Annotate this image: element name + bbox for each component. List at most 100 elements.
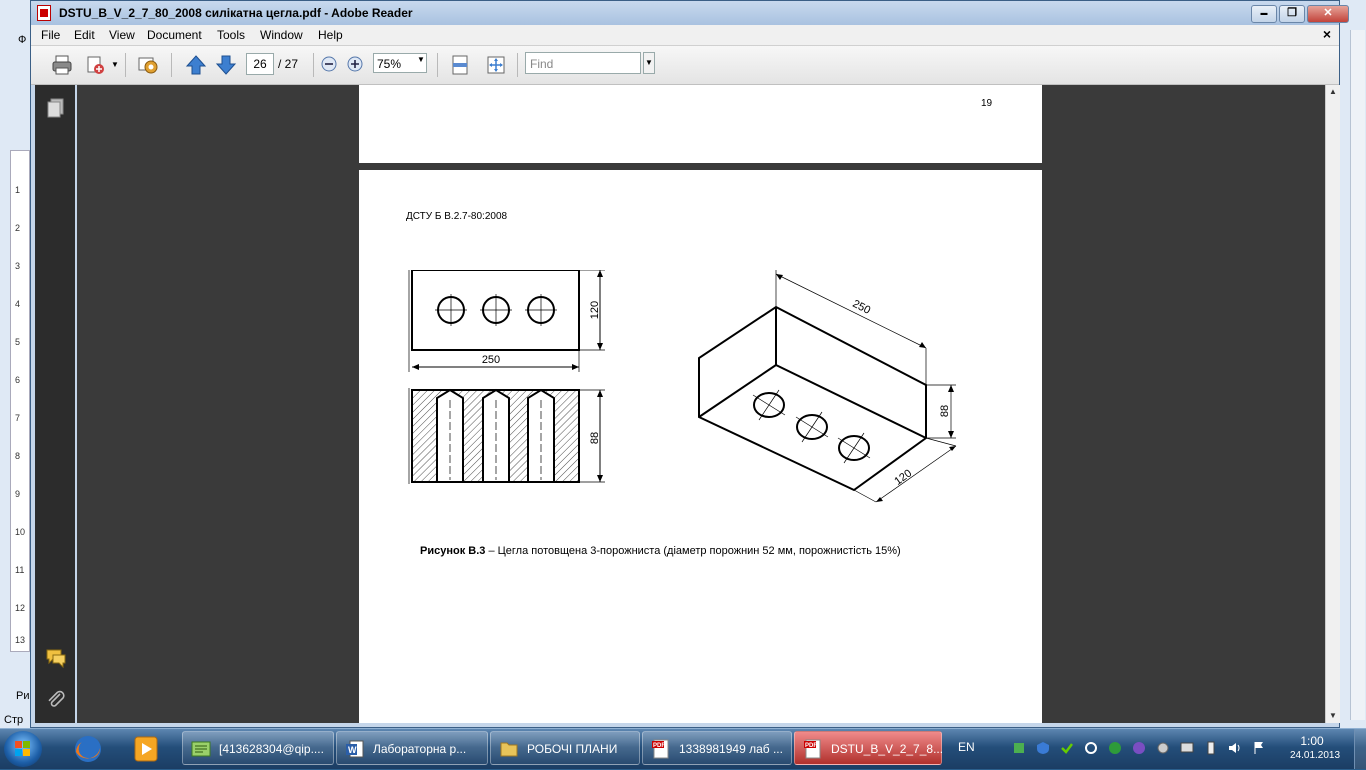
scroll-down-icon[interactable]: ▼ [1329, 711, 1337, 720]
close-button[interactable]: ✕ [1307, 5, 1349, 23]
brick-drawing: 120 250 88 250 88 120 [408, 270, 957, 503]
svg-text:PDF: PDF [805, 743, 817, 749]
zoom-in-icon[interactable] [347, 56, 363, 72]
page-number-input[interactable]: 26 [246, 53, 274, 75]
ruler-mark: 1 [15, 185, 21, 195]
bg-edge-text: Ф [18, 34, 27, 46]
dimension-label: 120 [589, 301, 601, 319]
task-label: DSTU_B_V_2_7_8... [831, 742, 944, 756]
volume-tray-icon[interactable] [1228, 741, 1242, 755]
ruler-mark: 4 [15, 299, 21, 309]
pdf-icon: PDF [652, 739, 669, 759]
zoom-dropdown-icon[interactable]: ▼ [417, 55, 425, 64]
hole [435, 294, 467, 326]
usb-tray-icon[interactable] [1204, 741, 1218, 755]
start-button[interactable] [4, 731, 42, 767]
restore-button[interactable]: ❐ [1279, 5, 1305, 23]
taskbar-task[interactable]: [413628304@qip.... [182, 731, 334, 765]
zoom-out-icon[interactable] [321, 56, 337, 72]
security-tray-icon[interactable] [1036, 741, 1050, 755]
close-document-button[interactable]: × [1323, 26, 1331, 42]
firefox-icon[interactable] [66, 732, 110, 766]
menu-tools[interactable]: Tools [217, 28, 245, 42]
find-input[interactable]: Find [525, 52, 641, 74]
checkmark-tray-icon[interactable] [1060, 741, 1074, 755]
figure-caption-label: Рисунок В.3 [420, 545, 486, 557]
ruler-mark: 6 [15, 375, 21, 385]
pdf-app-icon[interactable] [37, 5, 51, 21]
ruler-mark: 10 [15, 527, 26, 537]
menu-help[interactable]: Help [318, 28, 343, 42]
dimension-label: 250 [482, 354, 500, 366]
windows-logo-icon [15, 741, 30, 756]
action-center-tray-icon[interactable] [1252, 741, 1266, 755]
taskbar-task[interactable]: W Лабораторна р... [336, 731, 488, 765]
pdf-icon: PDF [804, 739, 821, 759]
page-down-icon[interactable] [215, 54, 237, 76]
task-label: 1338981949 лаб ... [679, 742, 783, 756]
taskbar: [413628304@qip.... W Лабораторна р... РО… [0, 728, 1366, 769]
task-label: Лабораторна р... [373, 742, 467, 756]
dimension-label: 120 [892, 467, 914, 487]
front-view: 120 250 [408, 270, 605, 372]
fit-width-icon[interactable] [449, 54, 471, 76]
share-dropdown-icon[interactable]: ▼ [111, 60, 119, 69]
ruler-mark: 8 [15, 451, 21, 461]
pages-icon[interactable] [45, 97, 67, 119]
word-icon: W [346, 740, 364, 758]
app-tray-icon[interactable] [1132, 741, 1146, 755]
full-screen-icon[interactable] [485, 54, 507, 76]
background-scrollbar[interactable] [1350, 30, 1365, 720]
network-tray-icon[interactable] [1012, 741, 1026, 755]
print-icon[interactable] [51, 54, 73, 76]
system-clock[interactable]: 1:00 24.01.2013 [1290, 734, 1340, 761]
media-player-icon[interactable] [124, 732, 168, 766]
page-up-icon[interactable] [185, 54, 207, 76]
taskbar-task[interactable]: PDF 1338981949 лаб ... [642, 731, 792, 765]
find-dropdown-icon[interactable]: ▼ [643, 52, 655, 74]
isometric-view: 250 88 120 [698, 270, 957, 503]
hole [837, 432, 871, 464]
show-desktop-button[interactable] [1354, 729, 1366, 769]
menu-file[interactable]: File [41, 28, 60, 42]
menu-document[interactable]: Document [147, 28, 202, 42]
language-indicator[interactable]: EN [958, 740, 975, 754]
menu-window[interactable]: Window [260, 28, 303, 42]
ruler-mark: 3 [15, 261, 21, 271]
bg-edge-text: Стр [4, 714, 24, 726]
previous-page: 19 [359, 85, 1042, 163]
gear-tray-icon[interactable] [1156, 741, 1170, 755]
hole [795, 411, 829, 443]
section-view: 88 [408, 388, 605, 484]
hole [752, 389, 786, 421]
svg-text:W: W [348, 745, 357, 755]
minimize-button[interactable]: ▬ [1251, 5, 1277, 23]
ruler-mark: 12 [15, 603, 26, 613]
title-bar[interactable]: DSTU_B_V_2_7_80_2008 силікатна цегла.pdf… [31, 1, 1349, 25]
taskbar-task-active[interactable]: PDF DSTU_B_V_2_7_8... [794, 731, 944, 765]
current-page: ДСТУ Б В.2.7-80:2008 120 250 88 250 88 1… [359, 170, 1042, 723]
qip-icon [191, 741, 211, 757]
collaborate-icon[interactable] [137, 54, 159, 76]
dimension-label: 250 [850, 298, 872, 317]
hole [525, 294, 557, 326]
toolbar-separator [517, 53, 518, 77]
scroll-up-icon[interactable]: ▲ [1329, 87, 1337, 96]
dimension-label: 88 [589, 432, 601, 444]
qip-tray-icon[interactable] [1108, 741, 1122, 755]
background-vertical-ruler: 1 2 3 4 5 6 7 8 9 10 11 12 13 [10, 150, 30, 652]
menu-view[interactable]: View [109, 28, 135, 42]
ruler-mark: 13 [15, 635, 26, 645]
display-tray-icon[interactable] [1180, 741, 1194, 755]
attachments-icon[interactable] [45, 689, 67, 711]
document-viewport[interactable]: 19 ДСТУ Б В.2.7-80:2008 120 250 88 250 8… [77, 85, 1325, 723]
task-label: РОБОЧІ ПЛАНИ [527, 742, 618, 756]
taskbar-task[interactable]: РОБОЧІ ПЛАНИ [490, 731, 640, 765]
menu-edit[interactable]: Edit [74, 28, 95, 42]
sync-tray-icon[interactable] [1084, 741, 1098, 755]
vertical-scrollbar[interactable]: ▲ ▼ [1325, 85, 1340, 723]
page-number: 19 [981, 98, 993, 109]
comments-icon[interactable] [45, 647, 67, 669]
toolbar-separator [313, 53, 314, 77]
share-icon[interactable] [85, 54, 107, 76]
